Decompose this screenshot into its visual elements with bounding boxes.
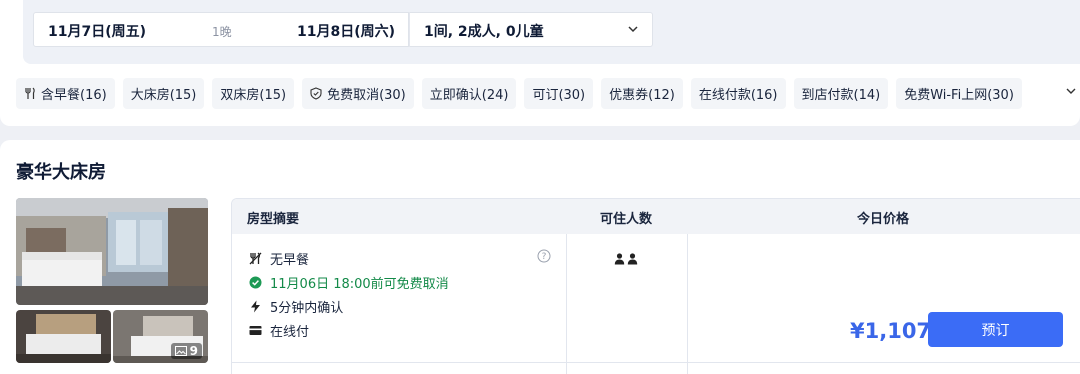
chevron-down-icon[interactable] <box>1064 84 1078 98</box>
occupancy-icons <box>614 253 640 265</box>
col-price-header: 今日价格 <box>857 212 910 227</box>
help-icon[interactable]: ? <box>537 249 551 263</box>
cancel-label: 11月06日 18:00前可免费取消 <box>270 277 449 292</box>
filter-label: 免费取消(30) <box>327 88 406 103</box>
checkin-date[interactable]: 11月7日(周五) <box>48 21 146 41</box>
filter-label: 立即确认(24) <box>429 88 509 103</box>
lightning-icon <box>248 300 262 314</box>
filter-pay-at-hotel[interactable]: 到店付款(14) <box>793 78 889 109</box>
payment-info: 在线付 <box>248 321 309 340</box>
table-header: 房型摘要 可住人数 今日价格 <box>232 199 1080 234</box>
photo-count: 9 <box>189 344 198 358</box>
price: ¥1,107 <box>850 319 932 343</box>
meal-label: 无早餐 <box>270 253 310 268</box>
room-photo-thumb[interactable] <box>16 310 111 363</box>
fork-knife-icon <box>25 87 35 99</box>
room-card: 豪华大床房 9 房型摘要 可住人数 今日价格 无早餐 ? 11月06日 18:0… <box>0 140 1080 374</box>
photo-count-badge[interactable]: 9 <box>170 343 202 359</box>
date-picker[interactable]: 11月7日(周五) 1晚 11月8日(周六) <box>33 12 409 47</box>
guest-summary: 1间, 2成人, 0儿童 <box>424 24 544 40</box>
person-icon <box>627 253 638 265</box>
filter-label: 在线付款(16) <box>698 88 778 103</box>
filter-bar: 含早餐(16) 大床房(15) 双床房(15) 免费取消(30) 立即确认(24… <box>16 78 1030 109</box>
filter-bookable[interactable]: 可订(30) <box>524 78 594 109</box>
filter-label: 免费Wi-Fi上网(30) <box>904 88 1014 103</box>
row-divider <box>232 362 1080 363</box>
room-photo-thumb[interactable]: 9 <box>113 310 208 363</box>
payment-label: 在线付 <box>270 325 310 340</box>
guest-selector[interactable]: 1间, 2成人, 0儿童 <box>409 12 653 47</box>
room-photo-main[interactable] <box>16 198 208 305</box>
filter-label: 大床房(15) <box>130 88 197 103</box>
search-card: 11月7日(周五) 1晚 11月8日(周六) 1间, 2成人, 0儿童 含早餐(… <box>0 0 1080 126</box>
rate-table: 房型摘要 可住人数 今日价格 无早餐 ? 11月06日 18:00前可免费取消 <box>231 198 1080 374</box>
filter-coupon[interactable]: 优惠券(12) <box>601 78 683 109</box>
col-occupancy-header: 可住人数 <box>600 212 653 227</box>
no-breakfast-icon <box>248 252 262 266</box>
person-icon <box>614 253 625 265</box>
chevron-down-icon[interactable] <box>626 22 640 36</box>
filter-twin-bed[interactable]: 双床房(15) <box>212 78 295 109</box>
svg-text:?: ? <box>542 252 547 262</box>
filter-free-cancel[interactable]: 免费取消(30) <box>302 78 414 109</box>
filter-label: 到店付款(14) <box>801 88 881 103</box>
filter-pay-online[interactable]: 在线付款(16) <box>690 78 786 109</box>
confirm-label: 5分钟内确认 <box>270 301 344 316</box>
credit-card-icon <box>248 324 262 338</box>
nights-count: 1晚 <box>212 25 232 39</box>
confirm-info: 5分钟内确认 <box>248 297 343 316</box>
col-summary-header: 房型摘要 <box>247 212 300 227</box>
room-title: 豪华大床房 <box>16 162 106 183</box>
filter-breakfast[interactable]: 含早餐(16) <box>16 78 115 109</box>
filter-free-wifi[interactable]: 免费Wi-Fi上网(30) <box>896 78 1022 109</box>
column-divider <box>687 234 688 374</box>
check-circle-icon <box>248 276 262 290</box>
search-panel: 11月7日(周五) 1晚 11月8日(周六) 1间, 2成人, 0儿童 <box>23 0 1080 64</box>
filter-label: 优惠券(12) <box>609 88 675 103</box>
filter-label: 可订(30) <box>532 88 586 103</box>
shield-icon <box>310 87 322 100</box>
meal-info: 无早餐 <box>248 249 309 268</box>
filter-instant-confirm[interactable]: 立即确认(24) <box>421 78 517 109</box>
filter-label: 含早餐(16) <box>41 88 107 103</box>
filter-label: 双床房(15) <box>220 88 287 103</box>
cancel-policy[interactable]: 11月06日 18:00前可免费取消 <box>248 273 449 292</box>
column-divider <box>566 234 567 374</box>
checkout-date[interactable]: 11月8日(周六) <box>297 21 395 41</box>
image-icon <box>174 346 187 356</box>
book-button[interactable]: 预订 <box>928 312 1063 347</box>
filter-king-bed[interactable]: 大床房(15) <box>122 78 205 109</box>
